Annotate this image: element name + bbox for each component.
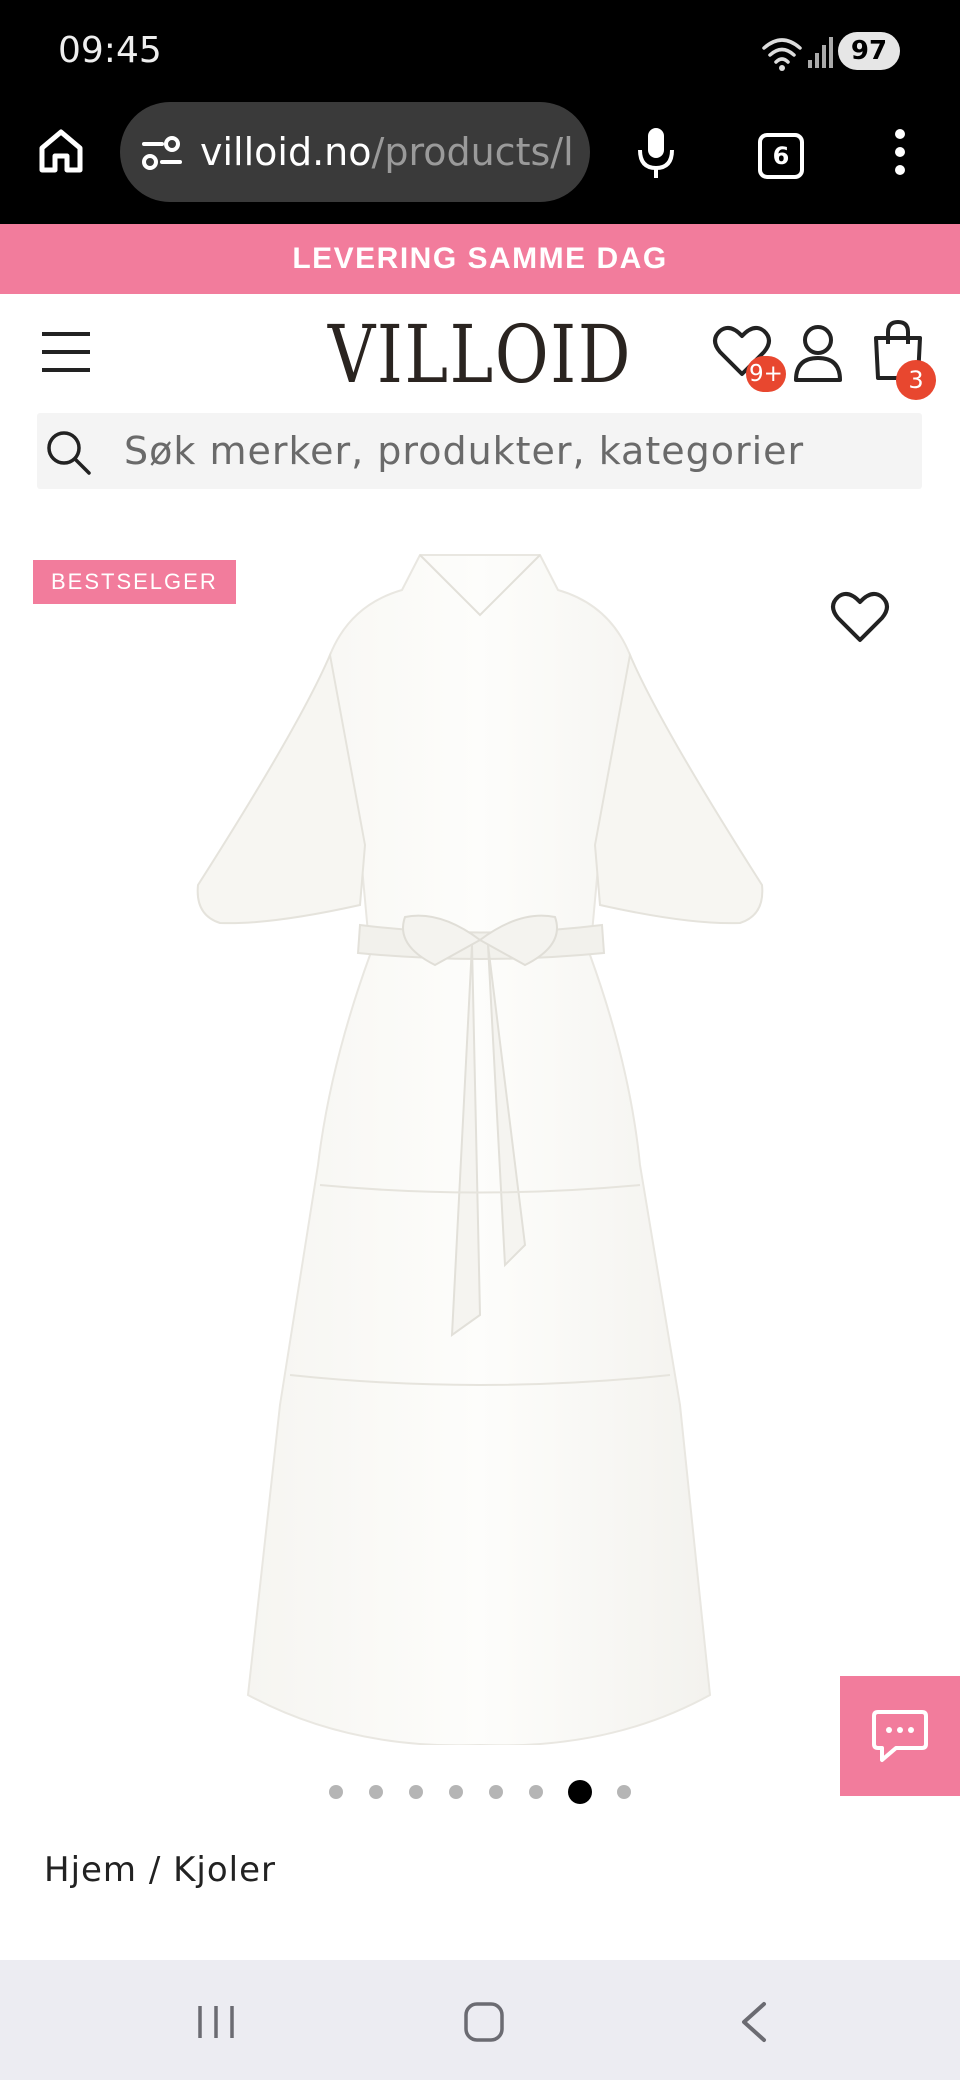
carousel-dot[interactable]	[329, 1785, 343, 1799]
carousel-dot[interactable]	[409, 1785, 423, 1799]
back-icon[interactable]	[738, 2000, 768, 2049]
product-title-clip: OSMINE AE NOR	[40, 1935, 920, 1960]
user-icon[interactable]	[792, 322, 844, 389]
product-title: OSMINE AE NOR	[40, 1947, 861, 1960]
home-nav-icon[interactable]	[462, 2000, 506, 2049]
signal-icon	[808, 34, 834, 75]
add-to-wishlist-heart-icon[interactable]	[830, 590, 890, 649]
url-text[interactable]: villoid.no/products/lo	[200, 126, 572, 178]
product-image[interactable]	[190, 545, 770, 1750]
image-carousel-dots[interactable]	[0, 1780, 960, 1804]
tabs-icon[interactable]: 6	[758, 133, 804, 179]
bestseller-badge: BESTSELGER	[33, 560, 236, 604]
home-icon[interactable]	[36, 126, 86, 181]
cart-badge: 3	[896, 360, 936, 400]
breadcrumb[interactable]: Hjem / Kjoler	[44, 1850, 276, 1890]
recent-apps-icon[interactable]	[194, 2002, 238, 2047]
status-time: 09:45	[58, 30, 162, 71]
carousel-dot[interactable]	[489, 1785, 503, 1799]
chat-icon	[870, 1708, 930, 1771]
carousel-dot[interactable]	[369, 1785, 383, 1799]
search-placeholder[interactable]: Søk merker, produkter, kategorier	[124, 424, 804, 478]
carousel-dot[interactable]	[449, 1785, 463, 1799]
carousel-dot-active[interactable]	[568, 1780, 592, 1804]
search-icon	[44, 428, 92, 481]
promo-banner[interactable]: LEVERING SAMME DAG	[0, 224, 960, 294]
url-path: /products/lo	[371, 130, 572, 174]
wifi-icon	[760, 34, 804, 79]
battery-icon: 97	[838, 32, 900, 70]
menu-icon[interactable]	[40, 330, 92, 379]
url-domain: villoid.no	[200, 130, 372, 174]
microphone-icon[interactable]	[634, 124, 678, 185]
site-settings-icon[interactable]	[140, 134, 184, 179]
carousel-dot[interactable]	[617, 1785, 631, 1799]
more-vert-icon[interactable]	[890, 128, 910, 181]
wishlist-badge: 9+	[746, 356, 786, 392]
carousel-dot[interactable]	[529, 1785, 543, 1799]
